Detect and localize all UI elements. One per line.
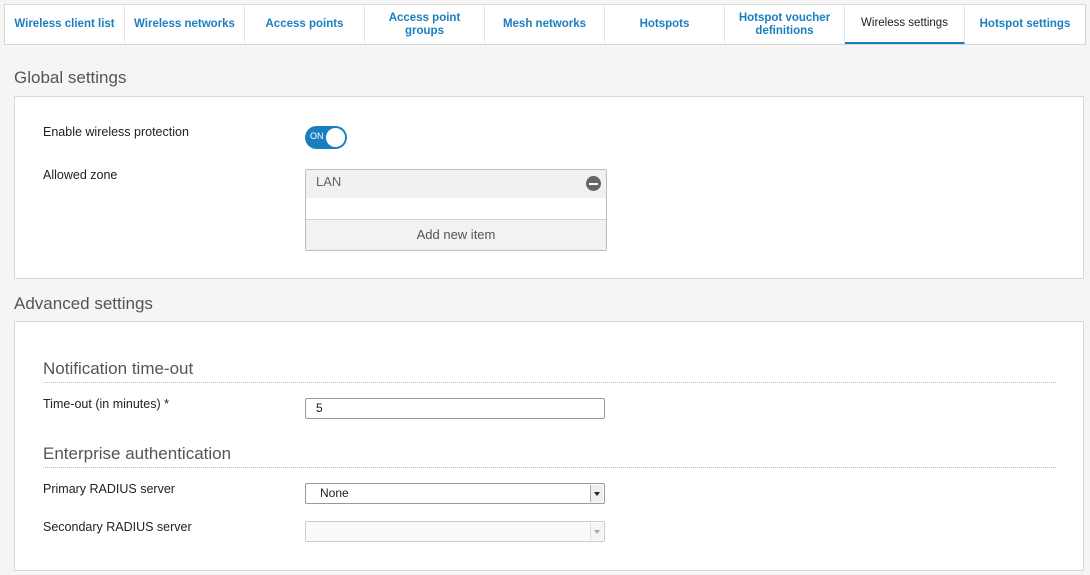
enable-wireless-protection-label: Enable wireless protection	[43, 125, 189, 139]
chevron-down-icon	[590, 485, 603, 502]
primary-radius-value: None	[320, 486, 349, 500]
tab-wireless-settings[interactable]: Wireless settings	[845, 5, 965, 44]
toggle-on-text: ON	[310, 131, 324, 141]
secondary-radius-select[interactable]	[305, 521, 605, 542]
tab-bar: Wireless client list Wireless networks A…	[4, 4, 1086, 45]
notification-timeout-heading: Notification time-out	[43, 359, 1056, 383]
tab-mesh-networks[interactable]: Mesh networks	[485, 5, 605, 44]
global-settings-panel: Enable wireless protection ON Allowed zo…	[14, 96, 1084, 279]
advanced-settings-panel: Notification time-out Time-out (in minut…	[14, 321, 1084, 571]
tab-access-points[interactable]: Access points	[245, 5, 365, 44]
secondary-radius-label: Secondary RADIUS server	[43, 520, 192, 534]
tab-hotspot-settings[interactable]: Hotspot settings	[965, 5, 1085, 44]
timeout-label: Time-out (in minutes) *	[43, 397, 169, 411]
toggle-knob	[325, 127, 346, 148]
tab-hotspots[interactable]: Hotspots	[605, 5, 725, 44]
global-settings-title: Global settings	[14, 68, 127, 87]
tab-hotspot-voucher-definitions[interactable]: Hotspot voucher definitions	[725, 5, 845, 44]
remove-icon[interactable]	[586, 176, 601, 191]
tab-wireless-client-list[interactable]: Wireless client list	[5, 5, 125, 44]
timeout-input[interactable]: 5	[305, 398, 605, 419]
primary-radius-select[interactable]: None	[305, 483, 605, 504]
advanced-settings-title: Advanced settings	[14, 294, 153, 313]
list-item: LAN	[306, 170, 606, 198]
zone-name: LAN	[316, 174, 342, 189]
tab-wireless-networks[interactable]: Wireless networks	[125, 5, 245, 44]
chevron-down-icon	[590, 523, 603, 540]
enable-wireless-protection-toggle[interactable]: ON	[305, 126, 347, 149]
primary-radius-label: Primary RADIUS server	[43, 482, 175, 496]
allowed-zone-label: Allowed zone	[43, 168, 118, 182]
add-new-item-button[interactable]: Add new item	[306, 219, 606, 250]
enterprise-authentication-heading: Enterprise authentication	[43, 444, 1056, 468]
allowed-zone-list: LAN Add new item	[305, 169, 607, 251]
tab-access-point-groups[interactable]: Access point groups	[365, 5, 485, 44]
